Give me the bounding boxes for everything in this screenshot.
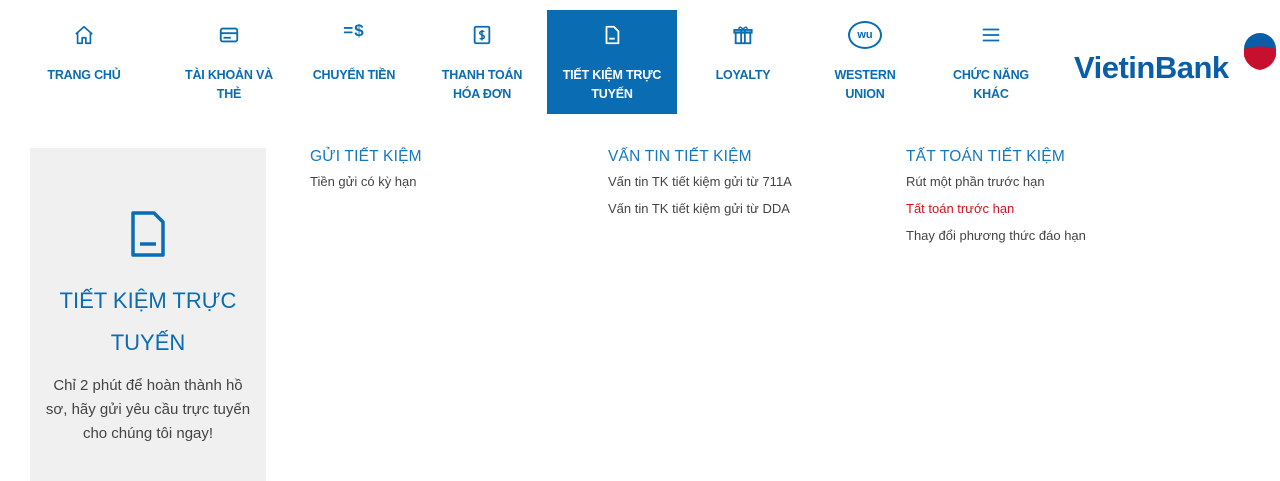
menu-link[interactable]: Vấn tin TK tiết kiệm gửi từ DDA [608, 195, 888, 222]
promo-title: TIẾT KIỆM TRỰC TUYẾN [59, 288, 237, 355]
menu-icon [978, 22, 1004, 48]
document-icon [599, 22, 625, 48]
gift-icon [730, 22, 756, 48]
nav-item-loyalty[interactable]: LOYALTY [688, 10, 798, 114]
nav-label: LOYALTY [715, 68, 771, 82]
home-icon [71, 22, 97, 48]
nav-item-chuyen-tien[interactable]: =$ CHUYỂN TIỀN [298, 10, 410, 114]
bill-icon [469, 22, 495, 48]
nav-label: THANH TOÁN HÓA ĐƠN [441, 68, 523, 101]
menu-link[interactable]: Tiền gửi có kỳ hạn [310, 168, 570, 195]
logo-emblem [1240, 30, 1280, 74]
nav-item-western-union[interactable]: wu WESTERN UNION [810, 10, 920, 114]
money-transfer-icon: =$ [343, 21, 365, 40]
menu-link-highlighted[interactable]: Tất toán trước hạn [906, 195, 1206, 222]
vietinbank-logo[interactable]: VietinBank [1074, 30, 1280, 90]
nav-item-tiet-kiem-truc-tuyen[interactable]: TIẾT KIỆM TRỰC TUYẾN [547, 10, 677, 114]
logo-text: VietinBank [1074, 50, 1229, 85]
menu-column-title[interactable]: TẤT TOÁN TIẾT KIỆM [906, 146, 1206, 168]
menu-column-title[interactable]: VẤN TIN TIẾT KIỆM [608, 146, 888, 168]
western-union-icon: wu [846, 20, 884, 50]
nav-label: TÀI KHOẢN VÀ THẺ [185, 68, 273, 101]
menu-column-gui-tiet-kiem: GỬI TIẾT KIỆM Tiền gửi có kỳ hạn [310, 146, 570, 195]
card-icon [216, 22, 242, 48]
promo-panel: TIẾT KIỆM TRỰC TUYẾN Chỉ 2 phút để hoàn … [30, 148, 266, 481]
top-navigation: TRANG CHỦ TÀI KHOẢN VÀ THẺ =$ CHUYỂN TIỀ… [0, 0, 1280, 114]
nav-label: TIẾT KIỆM TRỰC TUYẾN [562, 68, 662, 101]
nav-label: CHỨC NĂNG KHÁC [953, 68, 1029, 101]
nav-item-chuc-nang-khac[interactable]: CHỨC NĂNG KHÁC [932, 10, 1050, 114]
nav-label: CHUYỂN TIỀN [312, 68, 396, 82]
nav-item-tai-khoan-va-the[interactable]: TÀI KHOẢN VÀ THẺ [158, 10, 300, 114]
nav-item-thanh-toan-hoa-don[interactable]: THANH TOÁN HÓA ĐƠN [426, 10, 538, 114]
menu-link[interactable]: Thay đổi phương thức đáo hạn [906, 222, 1206, 249]
nav-label: TRANG CHỦ [47, 68, 121, 82]
promo-description: Chỉ 2 phút để hoàn thành hồ sơ, hãy gửi … [45, 377, 251, 442]
nav-label: WESTERN UNION [834, 68, 896, 101]
menu-link[interactable]: Vấn tin TK tiết kiệm gửi từ 711A [608, 168, 888, 195]
menu-link[interactable]: Rút một phần trước hạn [906, 168, 1206, 195]
document-icon [130, 210, 166, 258]
menu-column-van-tin-tiet-kiem: VẤN TIN TIẾT KIỆM Vấn tin TK tiết kiệm g… [608, 146, 888, 222]
menu-column-tat-toan-tiet-kiem: TẤT TOÁN TIẾT KIỆM Rút một phần trước hạ… [906, 146, 1206, 249]
nav-item-trang-chu[interactable]: TRANG CHỦ [38, 10, 130, 114]
menu-column-title[interactable]: GỬI TIẾT KIỆM [310, 146, 570, 168]
